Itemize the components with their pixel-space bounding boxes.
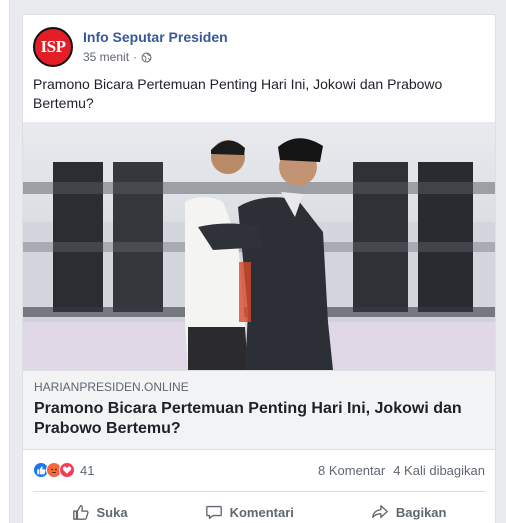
- engagement-counts: 8 Komentar 4 Kali dibagikan: [318, 463, 485, 478]
- meta-separator: ·: [133, 50, 138, 64]
- share-button[interactable]: Bagikan: [371, 503, 447, 521]
- avatar-text: ISP: [40, 37, 66, 56]
- action-bar: Suka Komentari Bagikan: [33, 496, 485, 523]
- share-count[interactable]: 4 Kali dibagikan: [393, 463, 485, 478]
- left-sidebar-edge: [0, 0, 10, 523]
- page-name-link[interactable]: Info Seputar Presiden: [83, 29, 228, 45]
- post-timestamp[interactable]: 35 menit: [83, 50, 129, 64]
- actions-divider: [33, 491, 485, 492]
- link-image[interactable]: [23, 122, 495, 370]
- globe-icon[interactable]: [141, 52, 152, 63]
- love-icon[interactable]: [59, 462, 75, 478]
- comment-label: Komentari: [229, 504, 294, 520]
- comment-icon: [205, 505, 222, 519]
- post-card: ISP Info Seputar Presiden 35 menit · Pra…: [22, 14, 496, 523]
- reaction-icons[interactable]: 41: [33, 462, 94, 478]
- post-text: Pramono Bicara Pertemuan Penting Hari In…: [33, 76, 443, 111]
- thumbs-up-icon: [72, 505, 89, 520]
- link-title[interactable]: Pramono Bicara Pertemuan Penting Hari In…: [34, 399, 474, 439]
- link-preview[interactable]: HARIANPRESIDEN.ONLINE Pramono Bicara Per…: [23, 370, 495, 450]
- page-avatar[interactable]: ISP: [33, 27, 73, 67]
- share-label: Bagikan: [395, 504, 447, 520]
- link-domain: HARIANPRESIDEN.ONLINE: [34, 380, 189, 394]
- comment-count[interactable]: 8 Komentar: [318, 463, 385, 478]
- reaction-count[interactable]: 41: [80, 463, 94, 478]
- post-meta: 35 menit ·: [83, 50, 152, 64]
- photo-two-men-embracing: [23, 122, 495, 370]
- share-arrow-icon: [372, 505, 388, 519]
- like-button[interactable]: Suka: [72, 503, 128, 521]
- post-header: ISP Info Seputar Presiden 35 menit ·: [33, 25, 485, 69]
- reactions-summary: 41 8 Komentar 4 Kali dibagikan: [33, 459, 485, 481]
- comment-button[interactable]: Komentari: [205, 503, 294, 521]
- like-label: Suka: [96, 504, 128, 520]
